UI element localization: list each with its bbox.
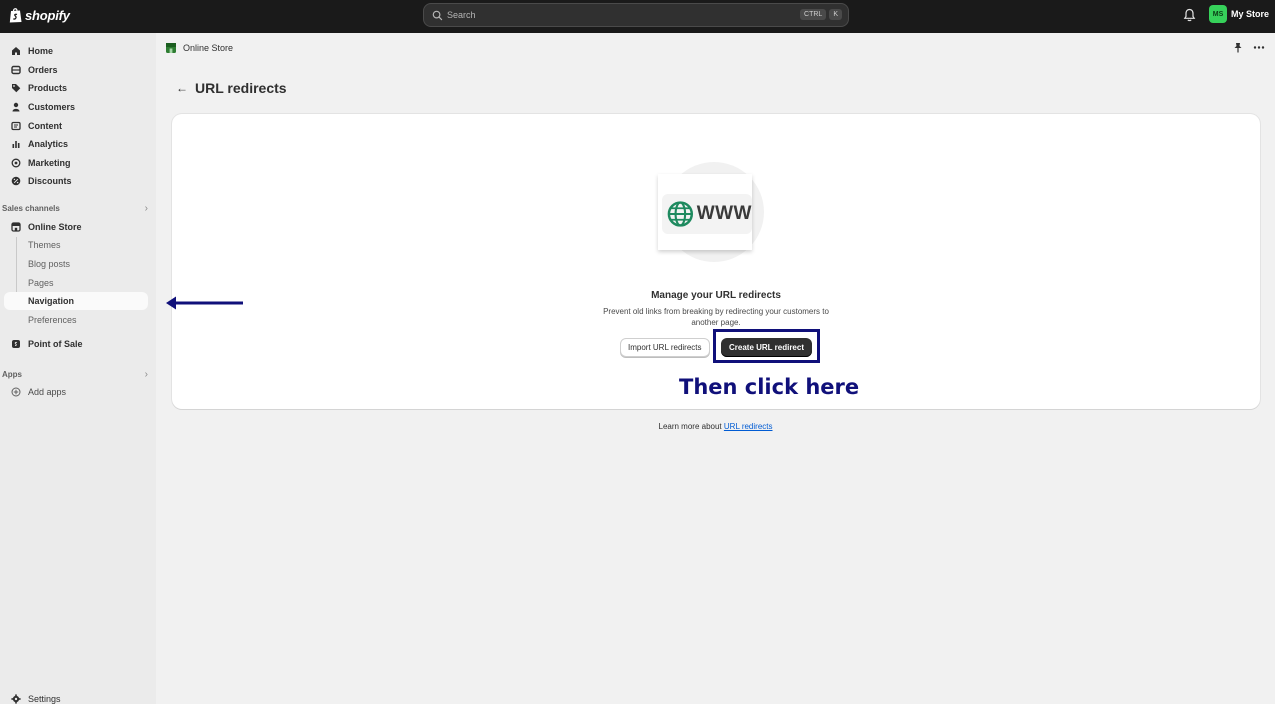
sidebar-item-label: Point of Sale <box>28 339 83 349</box>
sidebar-item-label: Online Store <box>28 222 82 232</box>
empty-state-card: WWW Manage your URL redirects Prevent ol… <box>172 114 1260 409</box>
store-avatar: MS <box>1209 5 1227 23</box>
learn-more: Learn more about URL redirects <box>156 422 1275 431</box>
sidebar-subitem-navigation[interactable]: Navigation <box>4 292 148 310</box>
sidebar-item-customers[interactable]: Customers <box>4 98 148 116</box>
breadcrumb-label: Online Store <box>183 43 234 53</box>
sidebar-subitem-blog-posts[interactable]: Blog posts <box>4 255 148 273</box>
pin-icon[interactable] <box>1233 42 1243 53</box>
empty-state-title: Manage your URL redirects <box>651 290 781 301</box>
import-url-redirects-button[interactable]: Import URL redirects <box>620 338 710 357</box>
sidebar-item-products[interactable]: Products <box>4 79 148 97</box>
url-redirects-link[interactable]: URL redirects <box>724 422 773 431</box>
annotation-highlight-box <box>713 329 820 363</box>
person-icon <box>10 102 21 113</box>
empty-state-description: Prevent old links from breaking by redir… <box>603 307 829 327</box>
sidebar-item-add-apps[interactable]: Add apps <box>4 383 148 401</box>
sidebar-item-content[interactable]: Content <box>4 117 148 135</box>
sidebar-item-label: Analytics <box>28 139 69 149</box>
sidebar-item-label: Settings <box>28 694 61 704</box>
sidebar-subitem-label: Navigation <box>28 296 75 306</box>
sidebar-item-label: Home <box>28 46 54 56</box>
sidebar-subitem-label: Pages <box>28 278 54 288</box>
page-header: ← URL redirects <box>176 80 287 96</box>
sidebar-item-discounts[interactable]: Discounts <box>4 172 148 190</box>
main-content: Online Store ← URL redirects WWW Manage … <box>156 33 1275 704</box>
illustration-pill: WWW <box>662 194 752 234</box>
sidebar-item-analytics[interactable]: Analytics <box>4 135 148 153</box>
annotation-arrow-icon <box>166 296 243 310</box>
sidebar-item-marketing[interactable]: Marketing <box>4 154 148 172</box>
search-bar[interactable]: CTRL K <box>423 3 849 27</box>
store-switcher[interactable]: MS My Store <box>1209 5 1269 23</box>
sidebar-item-settings[interactable]: Settings <box>4 690 148 704</box>
sidebar-item-label: Content <box>28 121 62 131</box>
sidebar-item-label: Discounts <box>28 176 72 186</box>
tag-icon <box>10 83 21 94</box>
sidebar: Home Orders Products Customers Content A… <box>0 33 156 704</box>
search-icon <box>432 10 443 20</box>
search-input[interactable] <box>447 10 848 20</box>
shortcut-key-k: K <box>829 9 842 20</box>
target-icon <box>10 158 21 169</box>
orders-icon <box>10 65 21 76</box>
point-of-sale-icon <box>10 339 21 350</box>
back-arrow-icon[interactable]: ← <box>176 81 188 95</box>
section-title: Sales channels <box>2 203 60 213</box>
store-icon <box>10 222 21 233</box>
sidebar-subitem-label: Blog posts <box>28 259 71 269</box>
sidebar-item-home[interactable]: Home <box>4 42 148 60</box>
top-bar: shopify CTRL K MS My Store <box>0 0 1275 33</box>
sidebar-subitem-label: Preferences <box>28 315 77 325</box>
discount-icon <box>10 176 21 187</box>
logo-text: shopify <box>25 7 70 23</box>
breadcrumb[interactable]: Online Store <box>165 42 233 54</box>
bell-icon[interactable] <box>1183 8 1196 22</box>
page-actions <box>1233 42 1265 53</box>
www-text: WWW <box>696 203 752 224</box>
sidebar-subitem-themes[interactable]: Themes <box>4 236 148 254</box>
sidebar-item-point-of-sale[interactable]: Point of Sale <box>4 335 148 353</box>
sidebar-item-orders[interactable]: Orders <box>4 61 148 79</box>
sidebar-subitem-label: Themes <box>28 240 61 250</box>
learn-more-prefix: Learn more about <box>658 422 722 431</box>
sidebar-item-label: Products <box>28 83 68 93</box>
shortcut-key-ctrl: CTRL <box>800 9 827 20</box>
apps-header[interactable]: Apps › <box>2 367 148 381</box>
sidebar-item-label: Orders <box>28 65 58 75</box>
sidebar-item-label: Customers <box>28 102 76 112</box>
sidebar-item-label: Marketing <box>28 158 71 168</box>
plus-circle-icon <box>10 387 21 398</box>
illustration-card: WWW <box>658 174 752 250</box>
store-name: My Store <box>1231 9 1270 19</box>
search-shortcut: CTRL K <box>797 9 842 20</box>
sidebar-item-label: Add apps <box>28 387 67 397</box>
page-title: URL redirects <box>195 80 287 96</box>
url-redirect-illustration: WWW <box>658 162 764 262</box>
bar-chart-icon <box>10 139 21 150</box>
more-options-icon[interactable] <box>1253 42 1265 53</box>
online-store-icon <box>166 43 176 53</box>
chevron-right-icon: › <box>144 368 148 380</box>
globe-icon <box>667 201 694 227</box>
shopify-bag-icon <box>9 8 22 23</box>
annotation-callout-text: Then click here <box>679 375 860 399</box>
content-icon <box>10 121 21 132</box>
sidebar-subitem-preferences[interactable]: Preferences <box>4 311 148 329</box>
sales-channels-header[interactable]: Sales channels › <box>2 201 148 215</box>
gear-icon <box>10 694 21 704</box>
shopify-logo[interactable]: shopify <box>9 7 70 23</box>
sidebar-subitem-pages[interactable]: Pages <box>4 274 148 292</box>
sidebar-item-online-store[interactable]: Online Store <box>4 218 148 236</box>
section-title: Apps <box>2 369 22 379</box>
chevron-right-icon: › <box>144 202 148 214</box>
home-icon <box>10 46 21 57</box>
